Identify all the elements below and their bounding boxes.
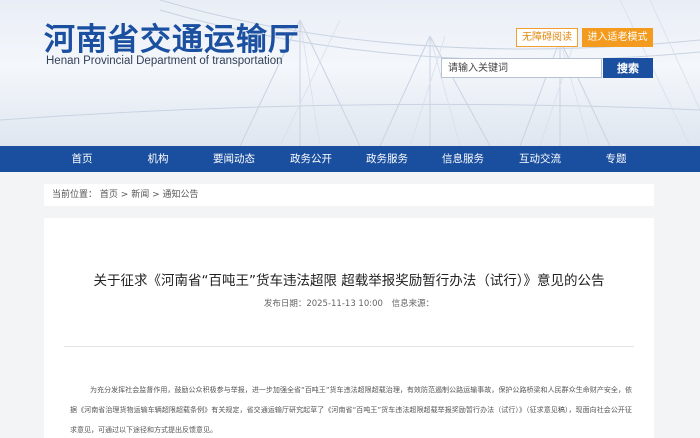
nav-item-gov-open[interactable]: 政务公开 [290,146,332,172]
breadcrumb-news[interactable]: 新闻 [131,190,149,200]
breadcrumb-text: 当前位置： 首页 > 新闻 > 通知公告 [52,184,199,206]
search-input[interactable] [441,58,602,78]
article-container: 关于征求《河南省“百吨王”货车违法超限 超载举报奖励暂行办法（试行）》意见的公告… [44,218,654,438]
site-title[interactable]: 河南省交通运输厅 [44,14,300,59]
nav-item-info-service[interactable]: 信息服务 [442,146,484,172]
divider [64,346,634,347]
nav-item-organization[interactable]: 机构 [148,146,169,172]
info-source: 信息来源： [391,299,435,309]
nav-item-gov-service[interactable]: 政务服务 [366,146,408,172]
breadcrumb-separator: > [120,190,129,200]
accessible-reading-button[interactable]: 无障碍阅读 [516,28,578,47]
header-banner: 河南省交通运输厅 Henan Provincial Department of … [0,0,700,146]
article-meta: 发布日期：2025-11-13 10:00 信息来源： [44,297,654,309]
publish-date: 发布日期：2025-11-13 10:00 [263,299,383,309]
nav-item-home[interactable]: 首页 [72,146,93,172]
breadcrumb: 当前位置： 首页 > 新闻 > 通知公告 [44,184,654,206]
breadcrumb-home[interactable]: 首页 [100,190,118,200]
breadcrumb-notice[interactable]: 通知公告 [163,190,199,200]
site-subtitle: Henan Provincial Department of transport… [46,55,283,67]
breadcrumb-separator: > [152,190,160,200]
breadcrumb-prefix: 当前位置： [52,190,98,200]
search-button[interactable]: 搜索 [603,58,653,78]
article-title: 关于征求《河南省“百吨王”货车违法超限 超载举报奖励暂行办法（试行）》意见的公告 [93,273,605,289]
elder-mode-button[interactable]: 进入适老模式 [582,28,653,47]
nav-item-topics[interactable]: 专题 [606,146,627,172]
nav-item-interaction[interactable]: 互动交流 [519,146,561,172]
main-nav: 首页 机构 要闻动态 政务公开 政务服务 信息服务 互动交流 专题 [0,146,700,172]
article-body: 为充分发挥社会监督作用，鼓励公众积极参与举报，进一步加强全省“百吨王”货车违法超… [70,386,632,434]
nav-item-news[interactable]: 要闻动态 [213,146,255,172]
